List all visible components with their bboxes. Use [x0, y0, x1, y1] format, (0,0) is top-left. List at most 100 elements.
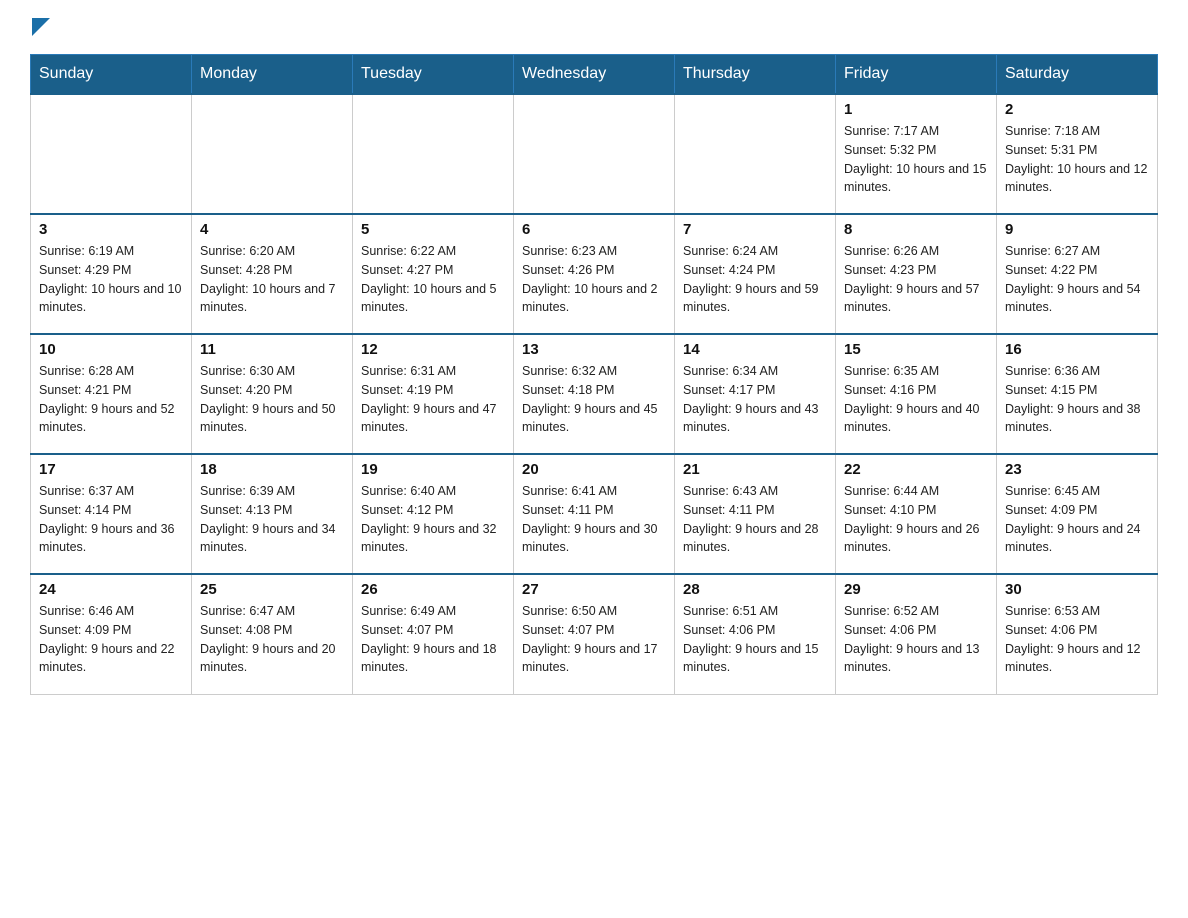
day-number: 26 [361, 581, 505, 598]
calendar-week-row: 10 Sunrise: 6:28 AM Sunset: 4:21 PM Dayli… [31, 334, 1158, 454]
calendar-week-row: 1 Sunrise: 7:17 AM Sunset: 5:32 PM Daylig… [31, 94, 1158, 214]
calendar-cell: 29 Sunrise: 6:52 AM Sunset: 4:06 PM Dayli… [836, 574, 997, 694]
calendar-week-row: 3 Sunrise: 6:19 AM Sunset: 4:29 PM Daylig… [31, 214, 1158, 334]
day-number: 20 [522, 461, 666, 478]
calendar-cell [675, 94, 836, 214]
day-number: 16 [1005, 341, 1149, 358]
day-info: Sunrise: 7:17 AM Sunset: 5:32 PM Dayligh… [844, 122, 988, 197]
day-header-monday: Monday [192, 55, 353, 95]
calendar-cell: 18 Sunrise: 6:39 AM Sunset: 4:13 PM Dayli… [192, 454, 353, 574]
day-info: Sunrise: 6:41 AM Sunset: 4:11 PM Dayligh… [522, 482, 666, 557]
day-info: Sunrise: 6:31 AM Sunset: 4:19 PM Dayligh… [361, 362, 505, 437]
calendar-cell: 1 Sunrise: 7:17 AM Sunset: 5:32 PM Daylig… [836, 94, 997, 214]
day-info: Sunrise: 6:34 AM Sunset: 4:17 PM Dayligh… [683, 362, 827, 437]
day-number: 17 [39, 461, 183, 478]
calendar-cell: 8 Sunrise: 6:26 AM Sunset: 4:23 PM Daylig… [836, 214, 997, 334]
calendar-cell: 5 Sunrise: 6:22 AM Sunset: 4:27 PM Daylig… [353, 214, 514, 334]
calendar-cell: 17 Sunrise: 6:37 AM Sunset: 4:14 PM Dayli… [31, 454, 192, 574]
day-info: Sunrise: 6:36 AM Sunset: 4:15 PM Dayligh… [1005, 362, 1149, 437]
day-info: Sunrise: 6:52 AM Sunset: 4:06 PM Dayligh… [844, 602, 988, 677]
day-info: Sunrise: 6:47 AM Sunset: 4:08 PM Dayligh… [200, 602, 344, 677]
day-info: Sunrise: 6:27 AM Sunset: 4:22 PM Dayligh… [1005, 242, 1149, 317]
day-info: Sunrise: 6:43 AM Sunset: 4:11 PM Dayligh… [683, 482, 827, 557]
day-header-sunday: Sunday [31, 55, 192, 95]
day-header-tuesday: Tuesday [353, 55, 514, 95]
day-number: 3 [39, 221, 183, 238]
calendar-table: SundayMondayTuesdayWednesdayThursdayFrid… [30, 54, 1158, 695]
day-info: Sunrise: 6:44 AM Sunset: 4:10 PM Dayligh… [844, 482, 988, 557]
day-info: Sunrise: 6:23 AM Sunset: 4:26 PM Dayligh… [522, 242, 666, 317]
day-info: Sunrise: 6:20 AM Sunset: 4:28 PM Dayligh… [200, 242, 344, 317]
day-info: Sunrise: 6:53 AM Sunset: 4:06 PM Dayligh… [1005, 602, 1149, 677]
day-header-wednesday: Wednesday [514, 55, 675, 95]
day-number: 11 [200, 341, 344, 358]
day-number: 5 [361, 221, 505, 238]
calendar-cell: 14 Sunrise: 6:34 AM Sunset: 4:17 PM Dayli… [675, 334, 836, 454]
day-info: Sunrise: 6:22 AM Sunset: 4:27 PM Dayligh… [361, 242, 505, 317]
calendar-cell: 20 Sunrise: 6:41 AM Sunset: 4:11 PM Dayli… [514, 454, 675, 574]
calendar-cell: 3 Sunrise: 6:19 AM Sunset: 4:29 PM Daylig… [31, 214, 192, 334]
calendar-cell [353, 94, 514, 214]
day-number: 19 [361, 461, 505, 478]
day-info: Sunrise: 6:39 AM Sunset: 4:13 PM Dayligh… [200, 482, 344, 557]
calendar-cell: 22 Sunrise: 6:44 AM Sunset: 4:10 PM Dayli… [836, 454, 997, 574]
calendar-cell [192, 94, 353, 214]
day-number: 13 [522, 341, 666, 358]
day-header-thursday: Thursday [675, 55, 836, 95]
day-info: Sunrise: 7:18 AM Sunset: 5:31 PM Dayligh… [1005, 122, 1149, 197]
day-number: 21 [683, 461, 827, 478]
calendar-cell: 9 Sunrise: 6:27 AM Sunset: 4:22 PM Daylig… [997, 214, 1158, 334]
day-number: 9 [1005, 221, 1149, 238]
day-number: 2 [1005, 101, 1149, 118]
day-info: Sunrise: 6:35 AM Sunset: 4:16 PM Dayligh… [844, 362, 988, 437]
calendar-cell: 7 Sunrise: 6:24 AM Sunset: 4:24 PM Daylig… [675, 214, 836, 334]
day-number: 27 [522, 581, 666, 598]
day-info: Sunrise: 6:24 AM Sunset: 4:24 PM Dayligh… [683, 242, 827, 317]
calendar-cell: 13Sunrise: 6:32 AM Sunset: 4:18 PM Dayli… [514, 334, 675, 454]
calendar-cell [514, 94, 675, 214]
calendar-cell: 30 Sunrise: 6:53 AM Sunset: 4:06 PM Dayli… [997, 574, 1158, 694]
day-info: Sunrise: 6:49 AM Sunset: 4:07 PM Dayligh… [361, 602, 505, 677]
day-number: 23 [1005, 461, 1149, 478]
day-number: 18 [200, 461, 344, 478]
day-number: 1 [844, 101, 988, 118]
day-number: 22 [844, 461, 988, 478]
logo [30, 20, 50, 38]
day-number: 14 [683, 341, 827, 358]
day-number: 4 [200, 221, 344, 238]
calendar-cell: 12 Sunrise: 6:31 AM Sunset: 4:19 PM Dayli… [353, 334, 514, 454]
day-info: Sunrise: 6:19 AM Sunset: 4:29 PM Dayligh… [39, 242, 183, 317]
calendar-cell: 27 Sunrise: 6:50 AM Sunset: 4:07 PM Dayli… [514, 574, 675, 694]
day-info: Sunrise: 6:26 AM Sunset: 4:23 PM Dayligh… [844, 242, 988, 317]
calendar-cell: 28 Sunrise: 6:51 AM Sunset: 4:06 PM Dayli… [675, 574, 836, 694]
day-number: 28 [683, 581, 827, 598]
calendar-cell [31, 94, 192, 214]
calendar-cell: 10 Sunrise: 6:28 AM Sunset: 4:21 PM Dayli… [31, 334, 192, 454]
day-info: Sunrise: 6:28 AM Sunset: 4:21 PM Dayligh… [39, 362, 183, 437]
calendar-cell: 2 Sunrise: 7:18 AM Sunset: 5:31 PM Daylig… [997, 94, 1158, 214]
day-info: Sunrise: 6:50 AM Sunset: 4:07 PM Dayligh… [522, 602, 666, 677]
day-number: 12 [361, 341, 505, 358]
day-info: Sunrise: 6:51 AM Sunset: 4:06 PM Dayligh… [683, 602, 827, 677]
calendar-cell: 4 Sunrise: 6:20 AM Sunset: 4:28 PM Daylig… [192, 214, 353, 334]
calendar-cell: 11Sunrise: 6:30 AM Sunset: 4:20 PM Dayli… [192, 334, 353, 454]
day-number: 24 [39, 581, 183, 598]
calendar-cell: 16 Sunrise: 6:36 AM Sunset: 4:15 PM Dayli… [997, 334, 1158, 454]
day-number: 7 [683, 221, 827, 238]
calendar-cell: 23 Sunrise: 6:45 AM Sunset: 4:09 PM Dayli… [997, 454, 1158, 574]
day-info: Sunrise: 6:46 AM Sunset: 4:09 PM Dayligh… [39, 602, 183, 677]
calendar-cell: 15 Sunrise: 6:35 AM Sunset: 4:16 PM Dayli… [836, 334, 997, 454]
day-number: 30 [1005, 581, 1149, 598]
calendar-cell: 24 Sunrise: 6:46 AM Sunset: 4:09 PM Dayli… [31, 574, 192, 694]
calendar-cell: 6Sunrise: 6:23 AM Sunset: 4:26 PM Daylig… [514, 214, 675, 334]
calendar-cell: 26 Sunrise: 6:49 AM Sunset: 4:07 PM Dayli… [353, 574, 514, 694]
day-number: 29 [844, 581, 988, 598]
day-header-saturday: Saturday [997, 55, 1158, 95]
calendar-week-row: 24 Sunrise: 6:46 AM Sunset: 4:09 PM Dayli… [31, 574, 1158, 694]
day-number: 10 [39, 341, 183, 358]
day-number: 25 [200, 581, 344, 598]
day-info: Sunrise: 6:37 AM Sunset: 4:14 PM Dayligh… [39, 482, 183, 557]
day-number: 8 [844, 221, 988, 238]
day-number: 15 [844, 341, 988, 358]
day-info: Sunrise: 6:45 AM Sunset: 4:09 PM Dayligh… [1005, 482, 1149, 557]
